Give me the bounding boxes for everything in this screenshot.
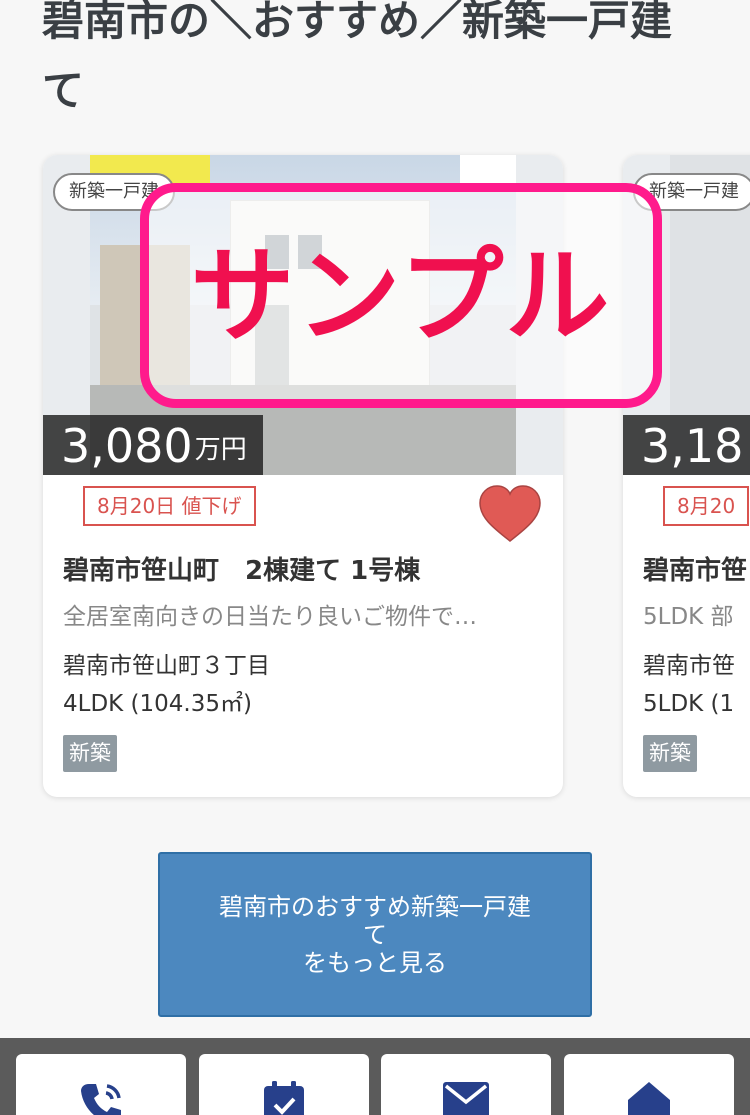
price-label: 3,18: [623, 415, 750, 475]
page: 碧南市の＼おすすめ／新築一戸建て 新築一戸建 3,080 万円 8月20日 値下…: [0, 0, 750, 1115]
property-name[interactable]: 碧南市笹山町 2棟建て 1号棟: [63, 553, 420, 589]
property-address: 碧南市笹: [643, 653, 735, 679]
calendar-icon: [264, 1081, 304, 1115]
home-icon: [628, 1082, 670, 1115]
section-title: 碧南市の＼おすすめ／新築一戸建て: [42, 0, 673, 115]
sample-watermark: サンプル: [140, 183, 662, 408]
property-description: 5LDK 部: [643, 604, 734, 630]
new-badge: 新築: [63, 735, 117, 772]
new-badge: 新築: [643, 735, 697, 772]
property-layout: 5LDK (1: [643, 691, 735, 717]
price-unit: 万円: [194, 435, 247, 465]
property-name[interactable]: 碧南市笹: [643, 553, 747, 589]
price-label: 3,080 万円: [43, 415, 263, 475]
price-number: 3,18: [641, 419, 744, 473]
nav-phone-button[interactable]: [16, 1054, 186, 1115]
nav-calendar-button[interactable]: [199, 1054, 369, 1115]
property-layout: 4LDK (104.35㎡): [63, 691, 252, 717]
bottom-nav: [0, 1038, 750, 1115]
price-number: 3,080: [61, 419, 193, 473]
phone-icon: [81, 1084, 121, 1115]
price-drop-tag: 8月20: [663, 486, 750, 526]
price-drop-tag: 8月20日 値下げ: [83, 486, 256, 526]
nav-mail-button[interactable]: [381, 1054, 551, 1115]
mail-icon: [443, 1082, 489, 1115]
property-description: 全居室南向きの日当たり良いご物件で…: [63, 604, 477, 630]
see-more-button[interactable]: 碧南市のおすすめ新築一戸建 て をもっと見る: [158, 852, 592, 1017]
sample-watermark-text: サンプル: [190, 234, 612, 357]
photo-sign: [460, 155, 516, 185]
nav-home-button[interactable]: [564, 1054, 734, 1115]
property-address: 碧南市笹山町３丁目: [63, 653, 270, 679]
heart-icon[interactable]: [478, 485, 542, 543]
